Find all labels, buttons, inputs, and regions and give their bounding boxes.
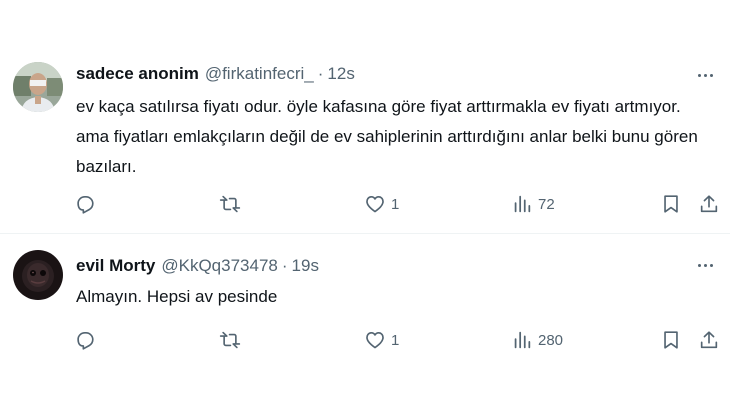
share-button[interactable] xyxy=(698,328,720,352)
like-button[interactable]: 1 xyxy=(364,328,399,352)
separator-dot: · xyxy=(281,256,288,275)
like-count: 1 xyxy=(391,331,400,349)
reply-button[interactable] xyxy=(74,192,101,216)
avatar[interactable] xyxy=(13,250,63,300)
like-count: 1 xyxy=(391,195,400,213)
display-name[interactable]: evil Morty xyxy=(76,256,155,276)
reply-icon xyxy=(77,196,94,214)
retweet-button[interactable] xyxy=(219,192,246,216)
more-horizontal-icon xyxy=(697,263,701,267)
views-chart-icon xyxy=(514,331,531,349)
retweet-icon xyxy=(219,195,241,213)
share-button[interactable] xyxy=(698,192,720,216)
avatar[interactable] xyxy=(13,62,63,112)
more-options-button[interactable] xyxy=(694,254,716,276)
tweet-text: ev kaça satılırsa fiyatı odur. öyle kafa… xyxy=(76,97,698,176)
retweet-button[interactable] xyxy=(219,328,246,352)
timestamp[interactable]: 12s xyxy=(327,64,354,84)
action-bar: 1 280 xyxy=(74,328,724,352)
avatar-photo-icon xyxy=(13,250,63,300)
share-icon xyxy=(700,195,718,213)
timestamp[interactable]: 19s xyxy=(292,256,319,276)
user-handle[interactable]: @firkatinfecri_ xyxy=(205,64,314,84)
views-chart-icon xyxy=(514,195,531,213)
tweet-header: evil Morty @KkQq373478 · 19s xyxy=(76,254,319,278)
reply-button[interactable] xyxy=(74,328,101,352)
more-options-button[interactable] xyxy=(694,64,716,86)
separator-dot: · xyxy=(317,64,324,83)
avatar-photo-icon xyxy=(13,62,63,112)
action-bar: 1 72 xyxy=(74,192,724,216)
bookmark-button[interactable] xyxy=(660,328,682,352)
bookmark-icon xyxy=(664,331,678,349)
retweet-icon xyxy=(219,331,241,349)
like-button[interactable]: 1 xyxy=(364,192,399,216)
display-name[interactable]: sadece anonim xyxy=(76,64,199,84)
tweet[interactable]: evil Morty @KkQq373478 · 19s Almayın. He… xyxy=(0,234,730,420)
more-dot xyxy=(703,263,707,267)
view-count: 280 xyxy=(538,331,564,349)
tweet[interactable]: sadece anonim @firkatinfecri_ · 12s ev k… xyxy=(0,0,730,233)
views-button[interactable]: 72 xyxy=(511,192,555,216)
reply-icon xyxy=(77,332,94,350)
more-dot xyxy=(709,263,713,267)
share-icon xyxy=(700,331,718,349)
views-button[interactable]: 280 xyxy=(511,328,563,352)
tweet-header: sadece anonim @firkatinfecri_ · 12s xyxy=(76,62,355,86)
tweet-text: Almayın. Hepsi av pesinde xyxy=(76,287,278,306)
heart-icon xyxy=(366,332,384,349)
more-horizontal-icon xyxy=(697,73,701,77)
heart-icon xyxy=(366,196,384,213)
timeline: sadece anonim @firkatinfecri_ · 12s ev k… xyxy=(0,0,730,420)
user-handle[interactable]: @KkQq373478 xyxy=(161,256,278,276)
bookmark-icon xyxy=(664,195,678,213)
bookmark-button[interactable] xyxy=(660,192,682,216)
more-dot xyxy=(709,73,713,77)
view-count: 72 xyxy=(538,195,555,213)
more-dot xyxy=(703,73,707,77)
